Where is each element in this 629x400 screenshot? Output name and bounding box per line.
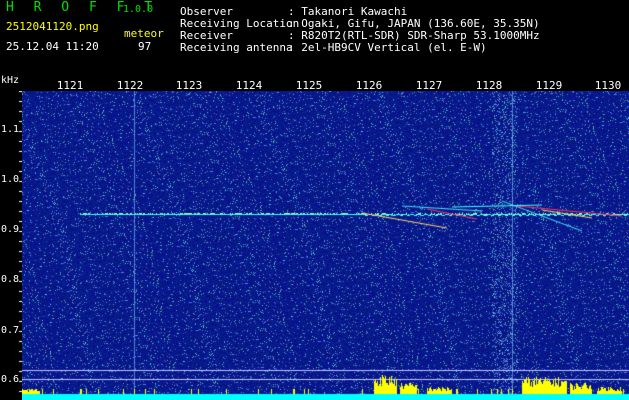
mode-label: meteor bbox=[124, 27, 164, 40]
timestamp: 25.12.04 11:20 bbox=[6, 40, 99, 53]
antenna-label: Receiving antenna bbox=[180, 41, 293, 54]
header-panel: H R O F F T 1.0.0 2512041120.png meteor … bbox=[0, 0, 629, 74]
file-name: 2512041120.png bbox=[6, 20, 99, 33]
antenna-value: : 2el-HB9CV Vertical (el. E-W) bbox=[288, 41, 487, 54]
spectrogram-plot bbox=[22, 91, 629, 400]
spectrogram-canvas bbox=[22, 91, 629, 400]
y-unit-label: kHz bbox=[1, 75, 20, 86]
event-count: 97 bbox=[138, 40, 152, 53]
app-version: 1.0.0 bbox=[123, 4, 154, 15]
